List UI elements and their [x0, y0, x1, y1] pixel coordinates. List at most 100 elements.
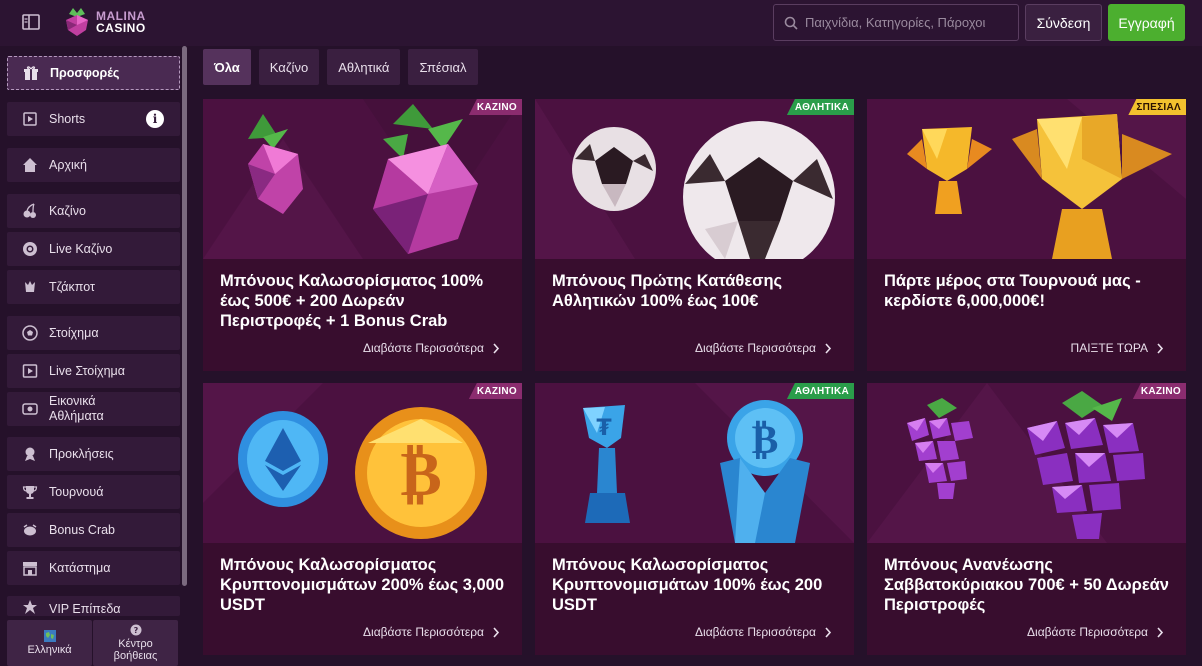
sidebar-item-virtual-sports[interactable]: Εικονικά Αθλήματα [7, 392, 180, 426]
raspberry-logo-icon [66, 8, 88, 36]
svg-text:₮: ₮ [596, 416, 612, 441]
read-more-link[interactable]: Διαβάστε Περισσότερα [695, 625, 832, 639]
sidebar-item-label: Τουρνουά [49, 485, 104, 499]
play-now-link[interactable]: ΠΑΙΞΤΕ ΤΩΡΑ [1071, 341, 1164, 355]
help-icon: ? [130, 624, 141, 636]
tab-special[interactable]: Σπέσιαλ [408, 49, 478, 85]
read-more-link[interactable]: Διαβάστε Περισσότερα [363, 341, 500, 355]
read-more-link[interactable]: Διαβάστε Περισσότερα [363, 625, 500, 639]
filter-tabs: Όλα Καζίνο Αθλητικά Σπέσιαλ [203, 49, 478, 85]
sidebar-item-label: Προσφορές [50, 66, 120, 80]
store-icon [21, 559, 39, 577]
info-icon[interactable]: i [146, 110, 164, 128]
language-label: Ελληνικά [27, 644, 72, 656]
help-center-button[interactable]: ? Κέντρο βοήθειας [93, 620, 178, 666]
sidebar-item-casino[interactable]: Καζίνο [7, 194, 180, 228]
soccer-ball-art: ΑΘΛΗΤΙΚΑ [535, 99, 854, 259]
sidebar-item-live-casino[interactable]: Live Καζίνο [7, 232, 180, 266]
sidebar-item-label: Στοίχημα [49, 326, 99, 340]
cherries-icon [21, 202, 39, 220]
sidebar-item-tournaments[interactable]: Τουρνουά [7, 475, 180, 509]
search-box[interactable] [773, 4, 1019, 41]
category-tag: ΑΘΛΗΤΙΚΑ [786, 383, 854, 399]
sidebar: Προσφορές Shorts i Αρχική Καζίνο Live Κα… [0, 46, 188, 666]
sidebar-item-label: Κατάστημα [49, 561, 111, 575]
svg-text:₿: ₿ [752, 417, 779, 463]
category-tag: ΑΘΛΗΤΙΚΑ [786, 99, 854, 115]
sidebar-item-bonus-crab[interactable]: Bonus Crab [7, 513, 180, 547]
read-more-link[interactable]: Διαβάστε Περισσότερα [695, 341, 832, 355]
crypto-trophy-art: ₮ ₿ ΑΘΛΗΤΙΚΑ [535, 383, 854, 543]
virtual-sports-icon [21, 400, 39, 418]
sidebar-toggle-icon[interactable] [22, 14, 40, 30]
trophy-art: ΣΠΕΣΙΑΛ [867, 99, 1186, 259]
chevron-right-icon [493, 342, 500, 354]
live-play-icon [21, 362, 39, 380]
sidebar-scrollbar[interactable] [182, 46, 187, 586]
sidebar-item-label: Αρχική [49, 158, 87, 172]
promo-card[interactable]: ₿ ΚΑΖΙΝΟ Μπόνους Καλωσορίσματος Κρυπτονο… [203, 383, 522, 655]
chip-icon [21, 240, 39, 258]
play-now-label: ΠΑΙΞΤΕ ΤΩΡΑ [1070, 341, 1148, 355]
promo-title: Πάρτε μέρος στα Τουρνουά μας - κερδίστε … [884, 272, 1141, 310]
promo-card[interactable]: ΚΑΖΙΝΟ Μπόνους Ανανέωσης Σαββατοκύριακου… [867, 383, 1186, 655]
read-more-link[interactable]: Διαβάστε Περισσότερα [1027, 625, 1164, 639]
sidebar-item-challenges[interactable]: Προκλήσεις [7, 437, 180, 471]
vip-icon [21, 598, 39, 616]
sidebar-item-label: Τζάκποτ [49, 280, 95, 294]
promo-title: Μπόνους Καλωσορίσματος Κρυπτονομισμάτων … [552, 556, 823, 614]
top-header: MALINA CASINO Σύνδεση Εγγραφή [0, 0, 1202, 46]
shorts-icon [21, 110, 39, 128]
sidebar-item-store[interactable]: Κατάστημα [7, 551, 180, 585]
promo-card[interactable]: ΚΑΖΙΝΟ Μπόνους Καλωσορίσματος 100% έως 5… [203, 99, 522, 371]
sidebar-item-label: Live Στοίχημα [49, 364, 125, 378]
logo-text-bottom: CASINO [96, 21, 146, 35]
promo-title: Μπόνους Καλωσορίσματος Κρυπτονομισμάτων … [220, 556, 505, 614]
trophy-icon [21, 483, 39, 501]
soccer-ball-icon [21, 324, 39, 342]
read-more-label: Διαβάστε Περισσότερα [695, 625, 816, 639]
sidebar-item-label: Bonus Crab [49, 523, 116, 537]
category-tag: ΚΑΖΙΝΟ [468, 99, 522, 115]
category-tag: ΣΠΕΣΙΑΛ [1128, 99, 1186, 115]
chevron-right-icon [493, 626, 500, 638]
promo-card[interactable]: ₮ ₿ ΑΘΛΗΤΙΚΑ Μπόνους Καλωσορίσματος Κρυπ… [535, 383, 854, 655]
sidebar-item-jackpot[interactable]: Τζάκποτ [7, 270, 180, 304]
category-tag: ΚΑΖΙΝΟ [468, 383, 522, 399]
sidebar-item-home[interactable]: Αρχική [7, 148, 180, 182]
challenge-icon [21, 445, 39, 463]
sidebar-item-vip[interactable]: VIP Επίπεδα [7, 596, 180, 616]
language-selector[interactable]: Ελληνικά [7, 620, 92, 666]
svg-text:₿: ₿ [400, 437, 441, 510]
sidebar-item-live-betting[interactable]: Live Στοίχημα [7, 354, 180, 388]
chevron-right-icon [1157, 626, 1164, 638]
sidebar-item-betting[interactable]: Στοίχημα [7, 316, 180, 350]
login-button[interactable]: Σύνδεση [1025, 4, 1102, 41]
sidebar-item-shorts[interactable]: Shorts i [7, 102, 180, 136]
sidebar-item-label: Προκλήσεις [49, 447, 114, 461]
raspberry-art: ΚΑΖΙΝΟ [203, 99, 522, 259]
sidebar-item-label: Καζίνο [49, 204, 86, 218]
tab-sports[interactable]: Αθλητικά [327, 49, 401, 85]
category-tag: ΚΑΖΙΝΟ [1132, 383, 1186, 399]
sidebar-item-promotions[interactable]: Προσφορές [7, 56, 180, 90]
grapes-art: ΚΑΖΙΝΟ [867, 383, 1186, 543]
sidebar-item-label: Εικονικά Αθλήματα [49, 394, 104, 423]
chevron-right-icon [1157, 342, 1164, 354]
promo-card[interactable]: ΑΘΛΗΤΙΚΑ Μπόνους Πρώτης Κατάθεσης Αθλητι… [535, 99, 854, 371]
register-button[interactable]: Εγγραφή [1108, 4, 1185, 41]
sidebar-item-label: VIP Επίπεδα [49, 602, 121, 616]
tab-casino[interactable]: Καζίνο [258, 49, 320, 85]
search-input[interactable] [805, 15, 1018, 30]
logo[interactable]: MALINA CASINO [64, 8, 146, 36]
chevron-right-icon [825, 626, 832, 638]
tab-all[interactable]: Όλα [203, 49, 251, 85]
gift-icon [22, 64, 40, 82]
search-icon [784, 16, 798, 30]
sidebar-item-label: Shorts [49, 112, 86, 126]
help-center-label: Κέντρο βοήθειας [113, 638, 158, 662]
read-more-label: Διαβάστε Περισσότερα [363, 625, 484, 639]
read-more-label: Διαβάστε Περισσότερα [363, 341, 484, 355]
promo-card[interactable]: ΣΠΕΣΙΑΛ Πάρτε μέρος στα Τουρνουά μας - κ… [867, 99, 1186, 371]
globe-icon [43, 630, 56, 642]
